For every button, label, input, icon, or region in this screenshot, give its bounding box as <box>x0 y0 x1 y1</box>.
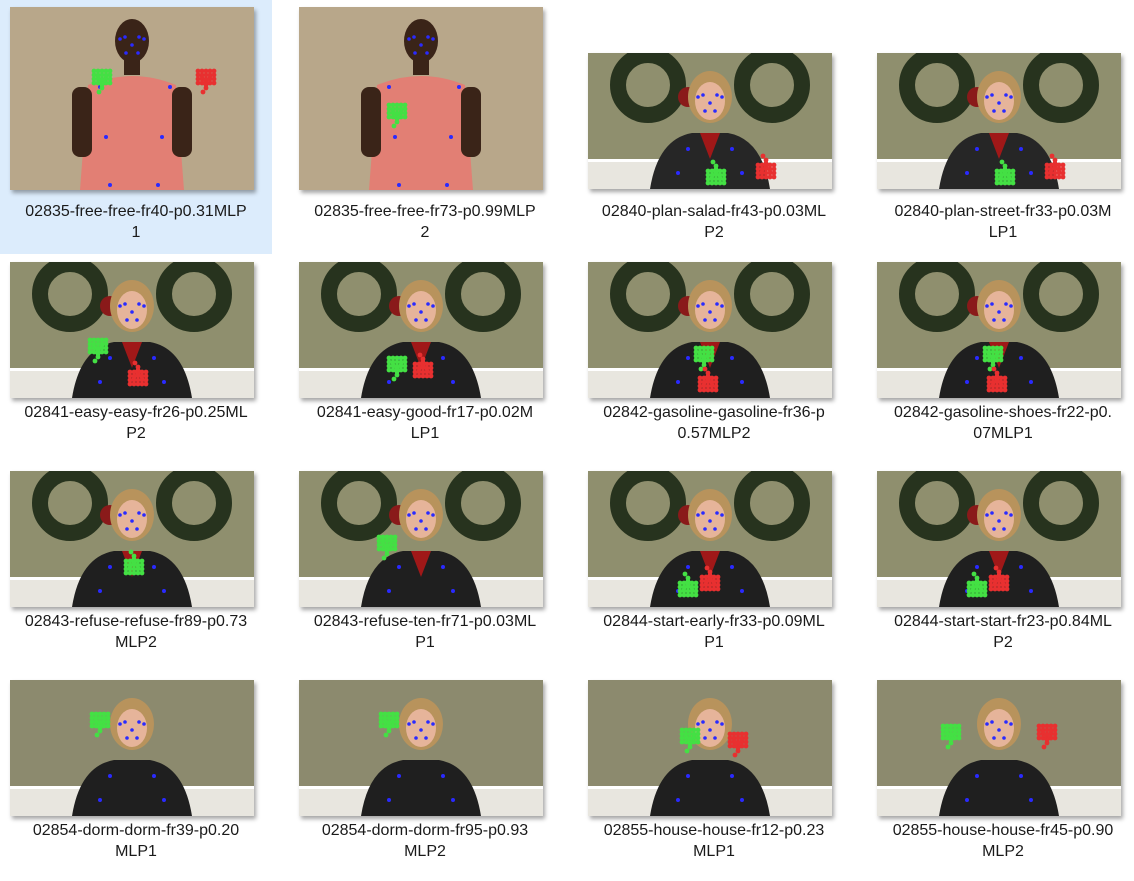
file-name-line-2: 0.57MLP2 <box>677 425 751 442</box>
file-thumbnail <box>877 53 1121 189</box>
file-name: 02854-dorm-dorm-fr95-p0.93 MLP2 <box>289 820 561 862</box>
file-tile[interactable]: 02835-free-free-fr73-p0.99MLP 2 <box>289 0 561 254</box>
file-name-line-2: 07MLP1 <box>973 425 1033 442</box>
file-name: 02841-easy-easy-fr26-p0.25ML P2 <box>0 402 272 444</box>
file-grid: 02835-free-free-fr40-p0.31MLP 1 02835-free… <box>0 0 1134 874</box>
file-tile[interactable]: 02855-house-house-fr12-p0.23 MLP1 <box>578 672 850 881</box>
file-name-line-2: 2 <box>420 224 430 241</box>
file-name-line-2: P2 <box>993 634 1013 651</box>
file-name-line-1: 02835-free-free-fr73-p0.99MLP <box>314 203 536 220</box>
file-tile[interactable]: 02844-start-early-fr33-p0.09ML P1 <box>578 463 850 672</box>
file-name: 02840-plan-salad-fr43-p0.03ML P2 <box>578 201 850 243</box>
file-name-line-2: LP1 <box>410 425 440 442</box>
file-tile[interactable]: 02840-plan-salad-fr43-p0.03ML P2 <box>578 0 850 254</box>
file-name-line-2: 1 <box>131 224 141 241</box>
file-name: 02855-house-house-fr12-p0.23 MLP1 <box>578 820 850 862</box>
file-thumbnail <box>10 471 254 607</box>
file-name-line-2: MLP1 <box>115 843 157 860</box>
file-thumbnail <box>877 680 1121 816</box>
file-name-line-2: P1 <box>415 634 435 651</box>
file-tile[interactable]: 02835-free-free-fr40-p0.31MLP 1 <box>0 0 272 254</box>
file-name-line-2: LP1 <box>988 224 1018 241</box>
file-tile[interactable]: 02842-gasoline-gasoline-fr36-p 0.57MLP2 <box>578 254 850 463</box>
file-name: 02843-refuse-refuse-fr89-p0.73 MLP2 <box>0 611 272 653</box>
file-thumbnail <box>588 262 832 398</box>
file-name-line-2: P2 <box>126 425 146 442</box>
file-tile[interactable]: 02855-house-house-fr45-p0.90 MLP2 <box>867 672 1134 881</box>
file-name: 02835-free-free-fr73-p0.99MLP 2 <box>289 201 561 243</box>
file-name-line-1: 02835-free-free-fr40-p0.31MLP <box>25 203 247 220</box>
file-name-line-2: MLP1 <box>693 843 735 860</box>
file-name-line-1: 02844-start-start-fr23-p0.84ML <box>894 613 1112 630</box>
file-tile[interactable]: 02843-refuse-refuse-fr89-p0.73 MLP2 <box>0 463 272 672</box>
file-name: 02835-free-free-fr40-p0.31MLP 1 <box>0 201 272 243</box>
file-name-line-2: MLP2 <box>404 843 446 860</box>
file-name: 02842-gasoline-gasoline-fr36-p 0.57MLP2 <box>578 402 850 444</box>
file-name: 02840-plan-street-fr33-p0.03M LP1 <box>867 201 1134 243</box>
file-thumbnail <box>10 262 254 398</box>
file-name: 02855-house-house-fr45-p0.90 MLP2 <box>867 820 1134 862</box>
file-name-line-1: 02854-dorm-dorm-fr95-p0.93 <box>321 822 529 839</box>
file-thumbnail <box>299 680 543 816</box>
file-thumbnail <box>877 262 1121 398</box>
file-name-line-1: 02841-easy-good-fr17-p0.02M <box>316 404 534 421</box>
file-thumbnail <box>588 53 832 189</box>
file-thumbnail <box>588 680 832 816</box>
file-thumbnail <box>588 471 832 607</box>
file-name-line-2: P2 <box>704 224 724 241</box>
file-name: 02844-start-early-fr33-p0.09ML P1 <box>578 611 850 653</box>
file-thumbnail <box>877 471 1121 607</box>
file-name: 02842-gasoline-shoes-fr22-p0. 07MLP1 <box>867 402 1134 444</box>
file-tile[interactable]: 02842-gasoline-shoes-fr22-p0. 07MLP1 <box>867 254 1134 463</box>
file-tile[interactable]: 02854-dorm-dorm-fr95-p0.93 MLP2 <box>289 672 561 881</box>
file-thumbnail <box>299 262 543 398</box>
file-name-line-1: 02844-start-early-fr33-p0.09ML <box>603 613 825 630</box>
file-thumbnail <box>10 7 254 190</box>
file-name-line-1: 02841-easy-easy-fr26-p0.25ML <box>24 404 248 421</box>
file-name-line-1: 02842-gasoline-shoes-fr22-p0. <box>894 404 1112 421</box>
file-name: 02843-refuse-ten-fr71-p0.03ML P1 <box>289 611 561 653</box>
file-name: 02841-easy-good-fr17-p0.02M LP1 <box>289 402 561 444</box>
file-tile[interactable]: 02841-easy-easy-fr26-p0.25ML P2 <box>0 254 272 463</box>
file-name-line-2: MLP2 <box>982 843 1024 860</box>
file-tile[interactable]: 02843-refuse-ten-fr71-p0.03ML P1 <box>289 463 561 672</box>
file-thumbnail <box>10 680 254 816</box>
file-tile[interactable]: 02840-plan-street-fr33-p0.03M LP1 <box>867 0 1134 254</box>
file-name-line-2: P1 <box>704 634 724 651</box>
file-name-line-1: 02843-refuse-refuse-fr89-p0.73 <box>24 613 248 630</box>
file-name-line-1: 02854-dorm-dorm-fr39-p0.20 <box>32 822 240 839</box>
file-tile[interactable]: 02854-dorm-dorm-fr39-p0.20 MLP1 <box>0 672 272 881</box>
file-thumbnail <box>299 471 543 607</box>
file-tile[interactable]: 02844-start-start-fr23-p0.84ML P2 <box>867 463 1134 672</box>
file-name-line-1: 02840-plan-street-fr33-p0.03M <box>894 203 1112 220</box>
file-name-line-1: 02843-refuse-ten-fr71-p0.03ML <box>313 613 537 630</box>
file-name: 02844-start-start-fr23-p0.84ML P2 <box>867 611 1134 653</box>
file-name-line-1: 02855-house-house-fr12-p0.23 <box>603 822 825 839</box>
file-name-line-1: 02855-house-house-fr45-p0.90 <box>892 822 1114 839</box>
file-tile[interactable]: 02841-easy-good-fr17-p0.02M LP1 <box>289 254 561 463</box>
file-name-line-1: 02842-gasoline-gasoline-fr36-p <box>603 404 825 421</box>
file-name-line-1: 02840-plan-salad-fr43-p0.03ML <box>601 203 827 220</box>
file-thumbnail <box>299 7 543 190</box>
file-name-line-2: MLP2 <box>115 634 157 651</box>
file-name: 02854-dorm-dorm-fr39-p0.20 MLP1 <box>0 820 272 862</box>
